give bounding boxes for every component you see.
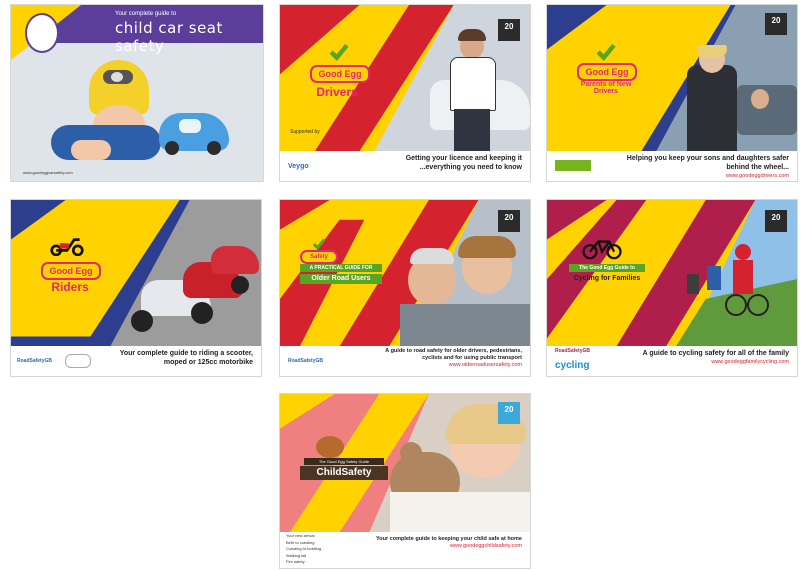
- road-safety-logo: RoadSafetyGB: [17, 358, 53, 364]
- cover-footer: RoadSafetyGB A guide to road safety for …: [280, 346, 530, 376]
- toy-car: [159, 105, 229, 155]
- anniversary-badge: 20: [498, 19, 520, 41]
- sponsor-logo: Veygo: [288, 163, 309, 170]
- cover-url: www.goodeggcarsafety.com: [23, 170, 73, 175]
- guide-cover-car-seat-safety[interactable]: Your complete guide to child car seat sa…: [10, 4, 264, 182]
- guide-banner: The Good Egg Safety Guide: [304, 458, 384, 465]
- guide-cover-drivers[interactable]: 20 Good Egg Drivers Supported by Veygo G…: [279, 4, 531, 182]
- list-item: Fire safety: [286, 559, 305, 564]
- guide-cover-riders[interactable]: Good Egg Riders RoadSafetyGB Your comple…: [10, 199, 262, 377]
- checkmark-icon: [312, 238, 326, 250]
- older-couple-photo: [400, 236, 530, 348]
- cover-tagline: Helping you keep your sons and daughters…: [626, 155, 789, 179]
- contents-list: Your new arrival Birth to crawling Crawl…: [286, 533, 321, 566]
- good-egg-logo: [25, 13, 59, 53]
- checkmark-icon: [596, 43, 616, 61]
- cover-title: Cycling for Families: [573, 275, 641, 282]
- list-item: Crawling to toddling: [286, 546, 322, 551]
- cover-title: ChildSafety: [300, 466, 388, 480]
- guide-cover-cycling-for-families[interactable]: 20 The Good Egg Guide to Cycling for Fam…: [546, 199, 798, 377]
- cover-title: child car seat safety: [115, 19, 223, 55]
- cover-footer: Veygo Getting your licence and keeping i…: [280, 151, 530, 181]
- cover-title: Parents of New Drivers: [580, 81, 632, 95]
- good-egg-badge: Good Egg: [41, 262, 101, 280]
- anniversary-badge: 20: [765, 13, 787, 35]
- cover-title: Drivers: [316, 85, 358, 99]
- cover-footer: RoadSafetyGB Your complete guide to ridi…: [11, 346, 261, 376]
- cover-tagline: Your complete guide to riding a scooter,…: [119, 350, 253, 366]
- partner-logo: [555, 160, 591, 171]
- parent-and-son-photo: [687, 45, 797, 153]
- cover-footer: RoadSafetyGB cycling A guide to cycling …: [547, 346, 797, 376]
- family-cycling-photo: [677, 240, 797, 348]
- anniversary-badge: 20: [765, 210, 787, 232]
- checkmark-icon: [329, 43, 349, 61]
- cycling-partner-logo: cycling: [555, 360, 590, 371]
- young-driver-photo: [430, 25, 530, 153]
- safety-badge: Safety: [300, 250, 338, 264]
- cover-tagline: A guide to road safety for older drivers…: [385, 348, 522, 368]
- anniversary-badge: 20: [498, 402, 520, 424]
- road-safety-logo: RoadSafetyGB: [555, 348, 591, 354]
- guide-cover-child-safety[interactable]: 20 The Good Egg Safety Guide ChildSafety…: [279, 393, 531, 569]
- cover-footer: Helping you keep your sons and daughters…: [547, 151, 797, 181]
- baby-photo: [41, 60, 171, 170]
- good-egg-badge: Good Egg: [577, 63, 637, 81]
- partner-logo: [65, 354, 91, 368]
- cover-tagline: Getting your licence and keeping it ...e…: [405, 155, 522, 171]
- anniversary-badge: 20: [498, 210, 520, 232]
- scooter-icon: [50, 238, 84, 256]
- guide-banner: A PRACTICAL GUIDE FOR: [300, 264, 382, 272]
- cover-footer: Your new arrival Birth to crawling Crawl…: [280, 532, 530, 568]
- cover-subtitle: Your complete guide to: [115, 11, 177, 17]
- guide-cover-parents-of-new-drivers[interactable]: 20 Good Egg Parents of New Drivers Helpi…: [546, 4, 798, 182]
- cover-tagline: A guide to cycling safety for all of the…: [642, 350, 789, 365]
- egg-nest-logo: [316, 436, 344, 458]
- bicycle-icon: [582, 240, 622, 260]
- cover-title: Riders: [51, 280, 89, 294]
- guide-cover-older-road-users[interactable]: 20 Safety A PRACTICAL GUIDE FOR Older Ro…: [279, 199, 531, 377]
- scooters-photo: [121, 240, 261, 348]
- guide-banner: The Good Egg Guide to: [569, 264, 645, 272]
- cover-title: Older Road Users: [300, 274, 382, 284]
- road-safety-logo: RoadSafetyGB: [288, 358, 324, 364]
- cover-tagline: Your complete guide to keeping your chil…: [376, 536, 522, 549]
- supported-label: Supported by: [290, 129, 320, 135]
- good-egg-badge: Good Egg: [310, 65, 370, 83]
